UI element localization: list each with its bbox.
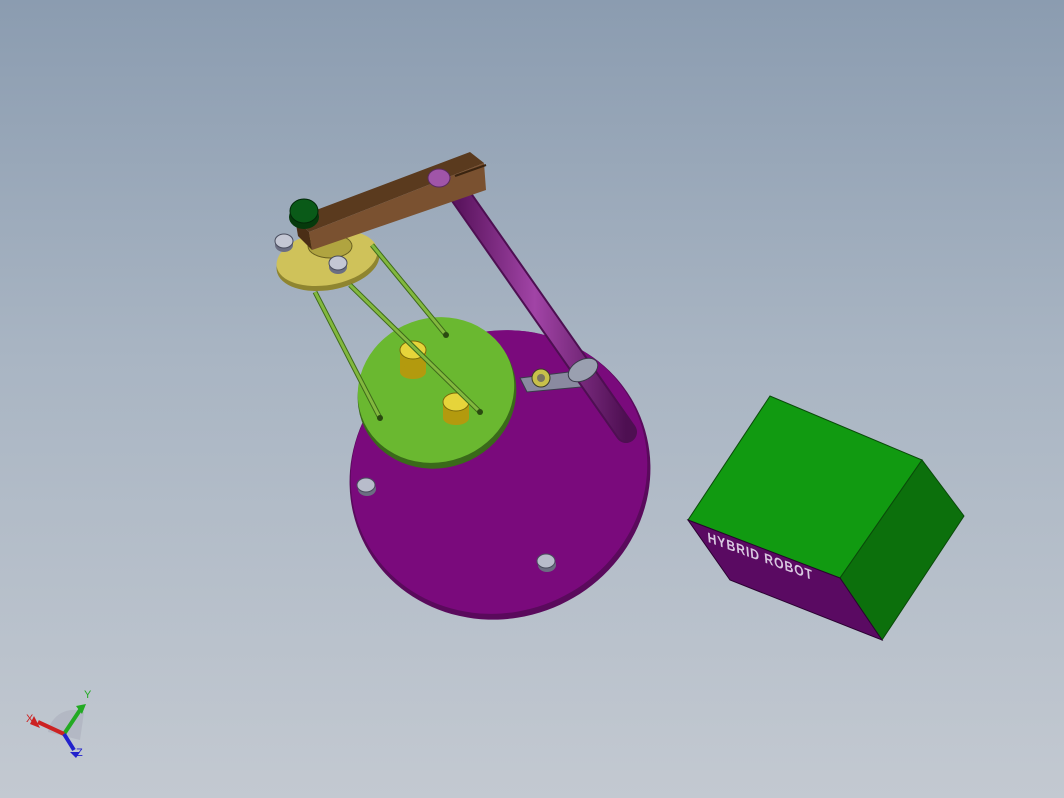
model-scene[interactable]: HYBRID ROBOT X Y Z	[0, 0, 1064, 798]
base-plate[interactable]	[302, 281, 698, 669]
plate-bolt-left	[274, 233, 294, 252]
plate-bolt-right	[328, 255, 348, 274]
x-axis-label: X	[26, 713, 34, 725]
z-axis-label: Z	[76, 747, 83, 759]
y-axis-label: Y	[84, 689, 92, 701]
coordinate-triad[interactable]: X Y Z	[26, 689, 92, 759]
knob[interactable]	[289, 198, 319, 229]
green-box[interactable]: HYBRID ROBOT	[686, 395, 965, 642]
cad-viewport[interactable]: HYBRID ROBOT X Y Z	[0, 0, 1064, 798]
